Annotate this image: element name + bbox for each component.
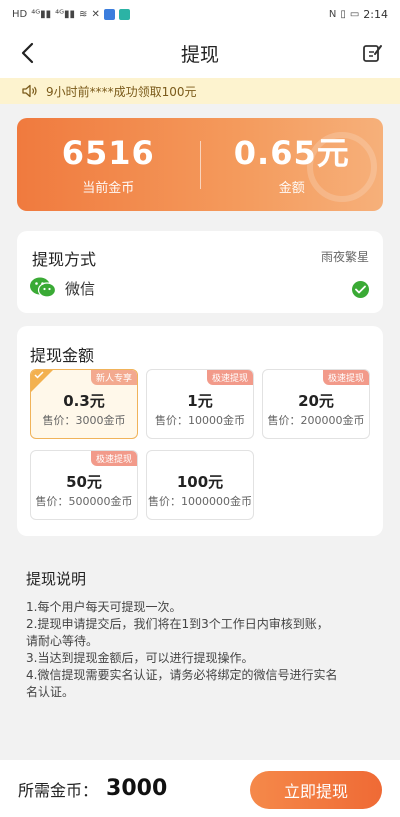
check-icon: [352, 281, 369, 298]
current-coins-value: 6516: [61, 134, 155, 172]
nfc-icon: N: [328, 8, 337, 20]
amount-option-3[interactable]: 极速提现 50元 售价：500000金币: [30, 450, 138, 520]
wechat-icon: [29, 276, 57, 300]
instruction-line: 请耐心等待。: [26, 634, 99, 648]
option-amount: 20元: [298, 392, 334, 410]
withdraw-instructions: 提现说明 1.每个用户每天可提现一次。 2.提现申请提交后，我们将在1到3个工作…: [26, 568, 376, 701]
current-coins-label: 当前金币: [82, 181, 135, 196]
notice-bar: 9小时前****成功领取100元: [0, 78, 400, 104]
battery-icon: ▭: [349, 8, 360, 20]
coin-summary-card: 6516 当前金币 0.65元 金额: [17, 118, 383, 211]
instruction-line: 2.提现申请提交后，我们将在1到3个工作日内审核到账，: [26, 617, 329, 631]
wifi-icon: ≋: [79, 8, 88, 20]
signal-icon-2: ⁴ᴳ▮▮: [55, 8, 76, 20]
current-coins: 6516 当前金币: [17, 133, 200, 196]
speaker-icon: [22, 84, 38, 98]
option-price: 售价：3000金币: [42, 414, 126, 427]
required-coins-value: 3000: [106, 776, 168, 801]
amount-option-1[interactable]: 极速提现 1元 售价：10000金币: [146, 369, 254, 439]
instructions-title: 提现说明: [26, 570, 87, 588]
status-bar: HD ⁴ᴳ▮▮ ⁴ᴳ▮▮ ≋ ✕ N ▯ ▭ 2:14: [0, 0, 400, 28]
coin-amount: 0.65元 金额: [201, 133, 384, 196]
amount-option-0[interactable]: 新人专享 0.3元 售价：3000金币: [30, 369, 138, 439]
option-amount: 100元: [176, 473, 224, 491]
withdraw-amount-card: 提现金额 新人专享 0.3元 售价：3000金币 极速提现 1元 售价：1000…: [17, 326, 383, 536]
instruction-line: 3.当达到提现金额后，可以进行提现操作。: [26, 651, 254, 665]
option-amount: 1元: [187, 392, 213, 410]
method-option-wechat[interactable]: 微信: [29, 276, 95, 300]
x-icon: ✕: [91, 8, 100, 20]
bottom-bar: 所需金币： 3000 立即提现: [0, 760, 400, 817]
option-price: 售价：10000金币: [155, 414, 245, 427]
option-amount: 50元: [66, 473, 102, 491]
option-amount: 0.3元: [63, 392, 105, 410]
amount-title: 提现金额: [30, 346, 95, 365]
signal-icon: ⁴ᴳ▮▮: [31, 8, 52, 20]
notice-text: 9小时前****成功领取100元: [46, 84, 197, 99]
back-button[interactable]: [14, 40, 40, 66]
page-title: 提现: [180, 43, 219, 66]
option-badge: 新人专享: [90, 370, 137, 385]
option-badge: 极速提现: [322, 370, 369, 385]
option-badge: 极速提现: [90, 451, 137, 466]
method-title: 提现方式: [32, 250, 97, 269]
corner-check-icon: [34, 371, 44, 379]
app-notification-icon-2: [118, 8, 130, 20]
method-username: 雨夜繁星: [320, 250, 369, 264]
amount-value: 0.65元: [233, 134, 350, 172]
amount-option-2[interactable]: 极速提现 20元 售价：200000金币: [262, 369, 370, 439]
withdraw-method-card: 提现方式 雨夜繁星 微信: [17, 231, 383, 313]
edit-icon: [363, 45, 382, 62]
status-right: N ▯ ▭ 2:14: [329, 8, 388, 21]
amount-option-4[interactable]: 100元 售价：1000000金币: [146, 450, 254, 520]
withdraw-now-button[interactable]: 立即提现: [250, 771, 382, 809]
instruction-line: 1.每个用户每天可提现一次。: [26, 600, 182, 614]
instruction-line: 名认证。: [26, 685, 75, 699]
hd-icon: HD: [12, 8, 28, 20]
status-left: HD ⁴ᴳ▮▮ ⁴ᴳ▮▮ ≋ ✕: [12, 8, 130, 20]
vibrate-icon: ▯: [340, 8, 346, 20]
chevron-left-icon: [21, 42, 34, 64]
nav-bar: 提现: [0, 28, 400, 78]
option-badge: 极速提现: [206, 370, 253, 385]
status-time: 2:14: [363, 7, 388, 21]
required-coins-label: 所需金币：: [18, 780, 99, 800]
amount-label: 金额: [278, 181, 305, 196]
edit-button[interactable]: [360, 41, 384, 65]
option-price: 售价：500000金币: [35, 495, 133, 508]
option-price: 售价：1000000金币: [148, 495, 252, 508]
app-notification-icon: [103, 8, 115, 20]
instruction-line: 4.微信提现需要实名认证，请务必将绑定的微信号进行实名: [26, 668, 338, 682]
option-price: 售价：200000金币: [267, 414, 365, 427]
method-name: 微信: [65, 279, 96, 298]
